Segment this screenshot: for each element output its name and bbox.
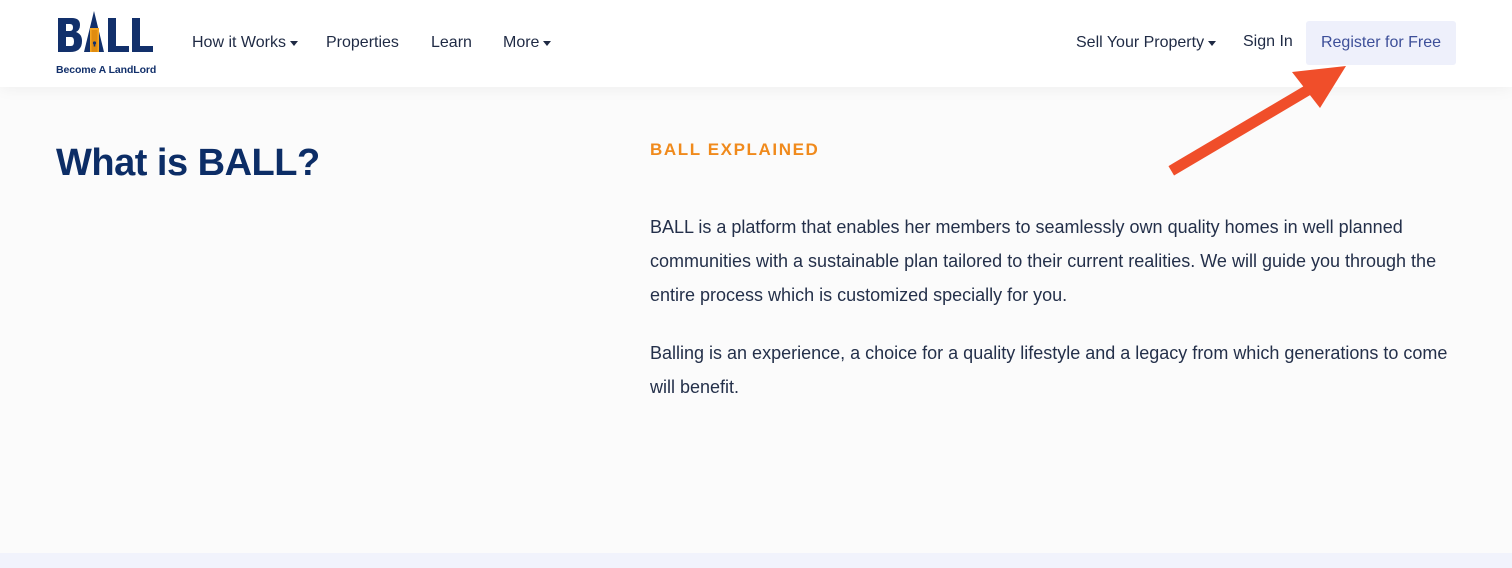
nav-sell-property[interactable]: Sell Your Property [1076,33,1217,53]
arrow-up-right-icon [1168,66,1346,176]
nav-sign-in-label: Sign In [1243,33,1293,50]
register-button[interactable]: Register for Free [1306,21,1456,65]
chevron-down-icon [543,41,552,46]
nav-more-label: More [503,34,540,51]
logo-tagline: Become A LandLord [56,64,157,76]
chevron-down-icon [1208,41,1217,46]
nav-sign-in[interactable]: Sign In [1243,32,1293,52]
section-eyebrow: BALL EXPLAINED [650,140,820,159]
nav-learn[interactable]: Learn [431,33,472,53]
nav-properties[interactable]: Properties [326,33,399,53]
nav-how-it-works[interactable]: How it Works [192,33,298,53]
ball-logo-icon [58,11,153,52]
lifestyle-paragraph: Balling is an experience, a choice for a… [650,343,1448,397]
intro-paragraph: BALL is a platform that enables her memb… [650,217,1437,305]
page-title: What is BALL? [56,142,320,184]
nav-learn-label: Learn [431,34,472,51]
nav-sell-property-label: Sell Your Property [1076,34,1205,51]
nav-how-it-works-label: How it Works [192,34,286,51]
next-section-edge [0,553,1512,568]
chevron-down-icon [289,41,298,46]
nav-properties-label: Properties [326,34,399,51]
ball-logo[interactable]: Become A LandLord [56,10,162,76]
nav-more[interactable]: More [503,33,552,53]
